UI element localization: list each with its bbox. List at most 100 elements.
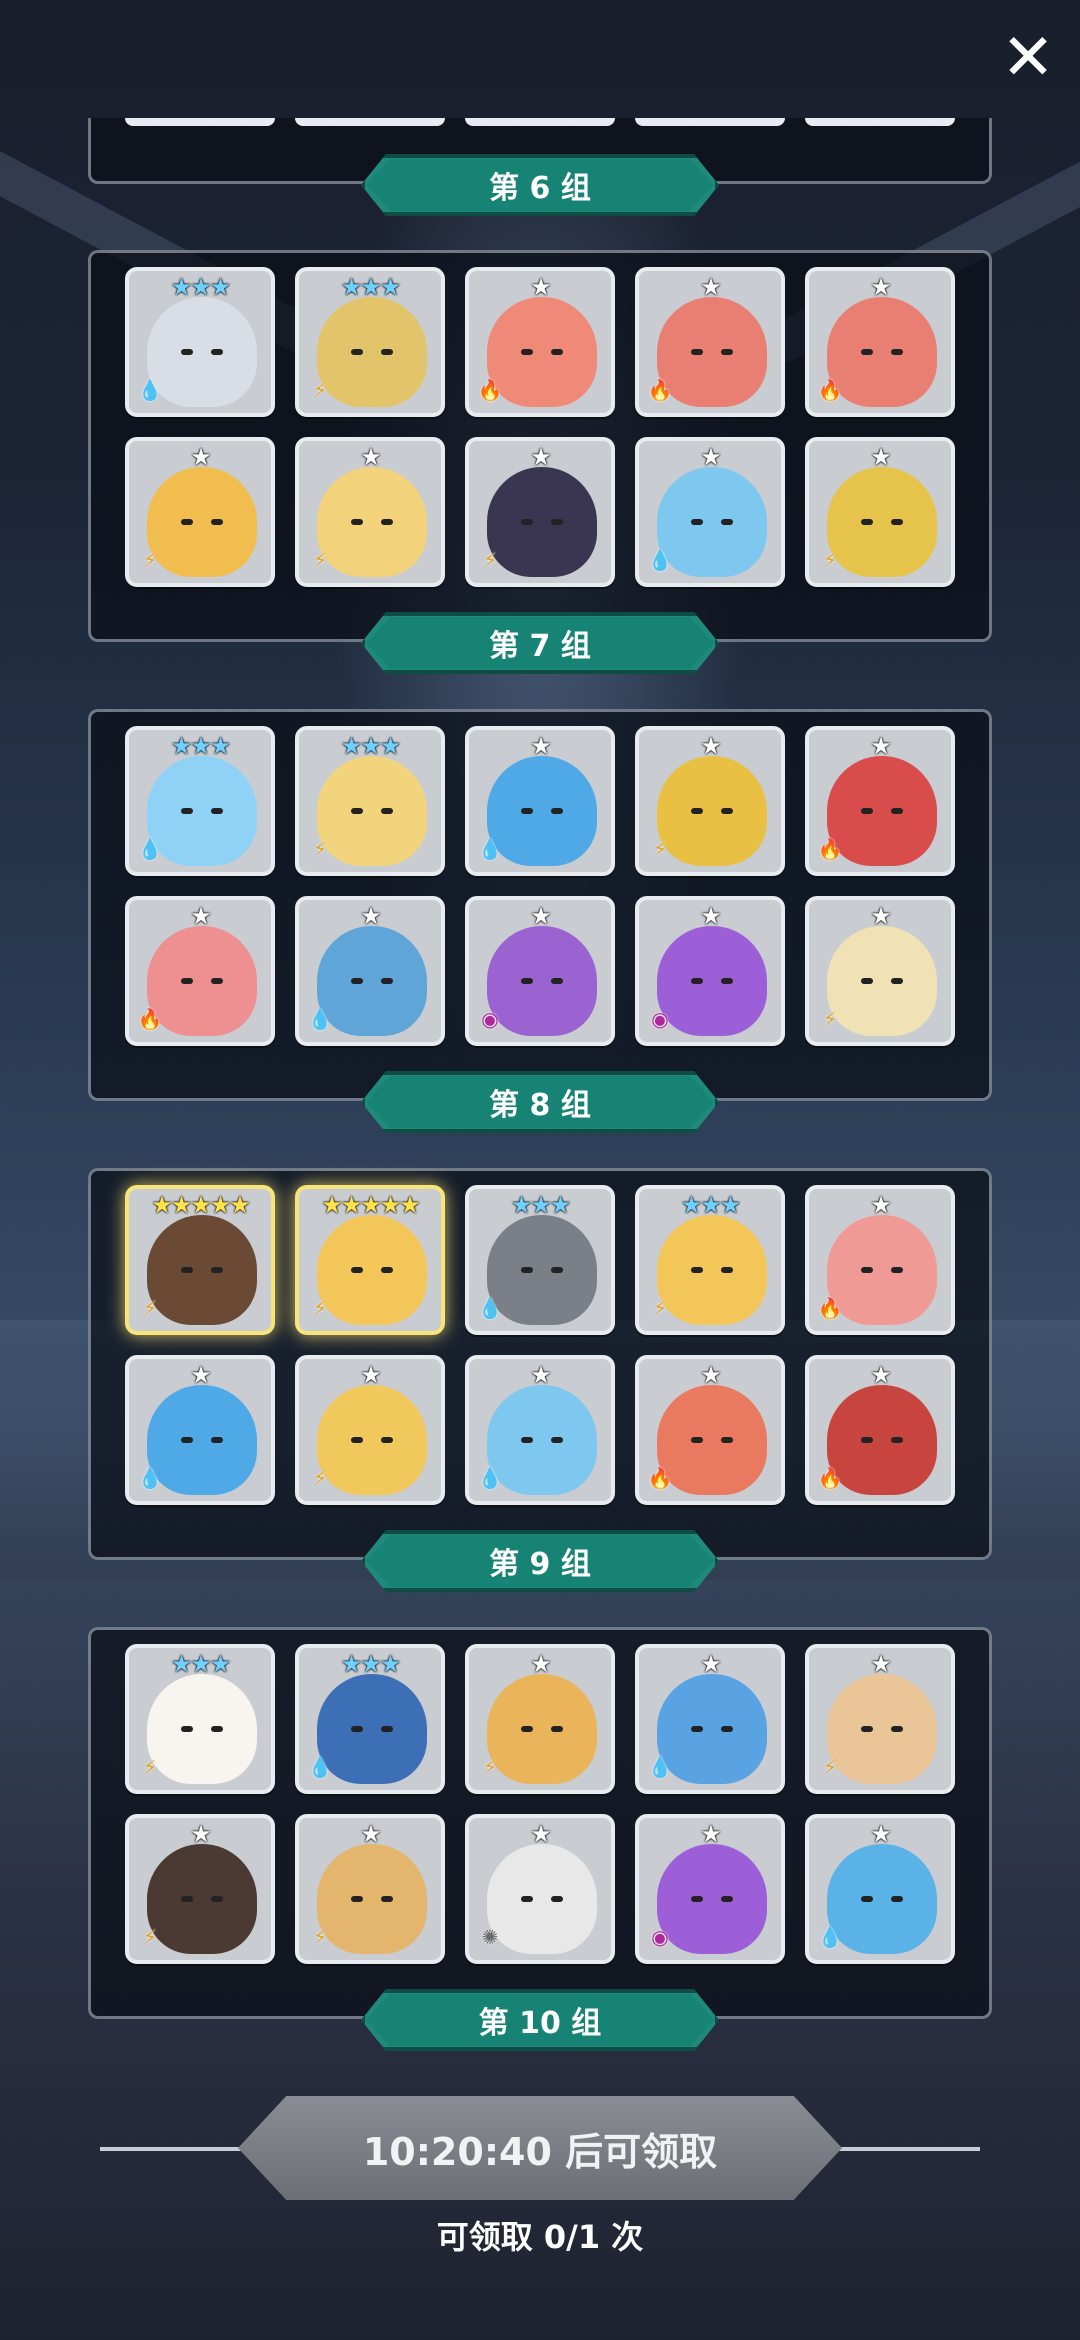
hero-eye bbox=[211, 1726, 223, 1732]
hero-card[interactable]: ★ ✺ bbox=[465, 1814, 615, 1964]
hero-card[interactable]: ★ ⚡ bbox=[295, 1355, 445, 1505]
hero-card[interactable]: ★★★ 💧 bbox=[125, 267, 275, 417]
hero-card[interactable]: ★ 🔥 bbox=[805, 726, 955, 876]
hero-eye bbox=[181, 1896, 193, 1902]
hero-eye bbox=[861, 978, 873, 984]
star-rating: ★ bbox=[530, 1820, 552, 1848]
hero-eye bbox=[181, 808, 193, 814]
hero-portrait bbox=[317, 467, 427, 577]
hero-card[interactable]: ★★★ ⚡ bbox=[295, 267, 445, 417]
hero-portrait bbox=[827, 1844, 937, 1954]
hero-eye bbox=[181, 519, 193, 525]
hero-card[interactable]: ★ 🔥 bbox=[125, 896, 275, 1046]
hero-card[interactable]: ★★★★★ ⚡ bbox=[295, 1185, 445, 1335]
hero-eye bbox=[861, 1896, 873, 1902]
hero-card[interactable]: ★ ◉ bbox=[465, 896, 615, 1046]
hero-eye bbox=[521, 519, 533, 525]
hero-portrait bbox=[317, 926, 427, 1036]
hero-eye bbox=[551, 1896, 563, 1902]
hero-card[interactable]: ★★★ ⚡ bbox=[635, 1185, 785, 1335]
hero-card[interactable]: ★ 🔥 bbox=[805, 1185, 955, 1335]
star-rating: ★★★ bbox=[510, 1191, 572, 1219]
group-label-6: 第 6 组 bbox=[361, 154, 719, 216]
hero-card[interactable]: ★ ⚡ bbox=[465, 1644, 615, 1794]
star-rating: ★ bbox=[870, 1820, 892, 1848]
hero-card[interactable]: ★ 🔥 bbox=[805, 1355, 955, 1505]
group-label-7: 第 7 组 bbox=[361, 612, 719, 674]
hero-card[interactable]: ★ ⚡ bbox=[465, 437, 615, 587]
star-rating: ★★★ bbox=[170, 1650, 232, 1678]
hero-eye bbox=[551, 519, 563, 525]
hero-eye bbox=[381, 1437, 393, 1443]
group-panel-10: ★★★ ⚡ ★★★ 💧 ★ ⚡ ★ 💧 ★ ⚡ ★ ⚡ ★ ⚡ ★ ✺ ★ ◉ ★ 💧 bbox=[88, 1627, 992, 2019]
thunder-element-icon: ⚡ bbox=[142, 548, 158, 572]
hero-eye bbox=[181, 1726, 193, 1732]
water-element-icon: 💧 bbox=[137, 1466, 163, 1490]
hero-eye bbox=[381, 1896, 393, 1902]
hero-eye bbox=[891, 1896, 903, 1902]
hero-eye bbox=[351, 1437, 363, 1443]
hero-eye bbox=[861, 1267, 873, 1273]
close-icon[interactable]: ✕ bbox=[996, 26, 1060, 90]
hero-portrait bbox=[487, 1385, 597, 1495]
hero-card[interactable]: ★ ◉ bbox=[635, 1814, 785, 1964]
star-rating: ★ bbox=[700, 902, 722, 930]
hero-card[interactable]: ★★★ ⚡ bbox=[125, 1644, 275, 1794]
claim-button[interactable]: 10:20:40 后可领取 bbox=[238, 2096, 842, 2200]
hero-card[interactable]: ★ 🔥 bbox=[805, 267, 955, 417]
hero-portrait bbox=[827, 1385, 937, 1495]
star-rating: ★ bbox=[870, 732, 892, 760]
hero-card[interactable]: ★ 🔥 bbox=[635, 267, 785, 417]
hero-eye bbox=[211, 1896, 223, 1902]
hero-eye bbox=[521, 349, 533, 355]
hero-eye bbox=[521, 808, 533, 814]
star-rating: ★ bbox=[190, 902, 212, 930]
hero-portrait bbox=[317, 1844, 427, 1954]
hero-card[interactable]: ★ ◉ bbox=[635, 896, 785, 1046]
hero-card[interactable]: ★ ⚡ bbox=[125, 437, 275, 587]
hero-eye bbox=[211, 1267, 223, 1273]
group-label-9: 第 9 组 bbox=[361, 1530, 719, 1592]
hero-card[interactable]: ★ 💧 bbox=[465, 726, 615, 876]
thunder-element-icon: ⚡ bbox=[312, 1925, 328, 1949]
star-rating: ★ bbox=[360, 902, 382, 930]
hero-card[interactable]: ★ ⚡ bbox=[805, 1644, 955, 1794]
hero-card[interactable]: ★★★ ⚡ bbox=[295, 726, 445, 876]
water-element-icon: 💧 bbox=[137, 837, 163, 861]
thunder-element-icon: ⚡ bbox=[142, 1755, 158, 1779]
star-rating: ★ bbox=[870, 1361, 892, 1389]
hero-eye bbox=[891, 1267, 903, 1273]
hero-card[interactable]: ★ 💧 bbox=[635, 1644, 785, 1794]
water-element-icon: 💧 bbox=[647, 548, 673, 572]
hero-card[interactable]: ★ ⚡ bbox=[805, 896, 955, 1046]
hero-portrait bbox=[317, 297, 427, 407]
hero-card[interactable]: ★★★ 💧 bbox=[295, 1644, 445, 1794]
group-label-8: 第 8 组 bbox=[361, 1071, 719, 1133]
hero-portrait bbox=[147, 1844, 257, 1954]
hero-card[interactable]: ★★★ 💧 bbox=[465, 1185, 615, 1335]
hero-card[interactable]: ★ 🔥 bbox=[465, 267, 615, 417]
hero-card[interactable]: ★ ⚡ bbox=[805, 437, 955, 587]
hero-eye bbox=[521, 1437, 533, 1443]
hero-card[interactable]: ★ 💧 bbox=[805, 1814, 955, 1964]
hero-card[interactable]: ★★★★★ ⚡ bbox=[125, 1185, 275, 1335]
hero-portrait bbox=[827, 926, 937, 1036]
hero-card[interactable]: ★ 💧 bbox=[635, 437, 785, 587]
hero-card[interactable]: ★ 💧 bbox=[295, 896, 445, 1046]
hero-card[interactable]: ★ ⚡ bbox=[295, 437, 445, 587]
hero-card[interactable]: ★ ⚡ bbox=[125, 1814, 275, 1964]
hero-card[interactable]: ★ 💧 bbox=[465, 1355, 615, 1505]
fire-element-icon: 🔥 bbox=[817, 837, 843, 861]
hero-card[interactable]: ★ ⚡ bbox=[295, 1814, 445, 1964]
hero-eye bbox=[691, 1437, 703, 1443]
star-rating: ★★★★★ bbox=[151, 1191, 251, 1219]
hero-portrait bbox=[827, 467, 937, 577]
hero-card[interactable]: ★★★ 💧 bbox=[125, 726, 275, 876]
hero-card[interactable]: ★ 💧 bbox=[125, 1355, 275, 1505]
hero-eye bbox=[891, 978, 903, 984]
hero-portrait bbox=[657, 1385, 767, 1495]
star-rating: ★ bbox=[870, 902, 892, 930]
thunder-element-icon: ⚡ bbox=[822, 1007, 838, 1031]
hero-card[interactable]: ★ 🔥 bbox=[635, 1355, 785, 1505]
hero-card[interactable]: ★ ⚡ bbox=[635, 726, 785, 876]
